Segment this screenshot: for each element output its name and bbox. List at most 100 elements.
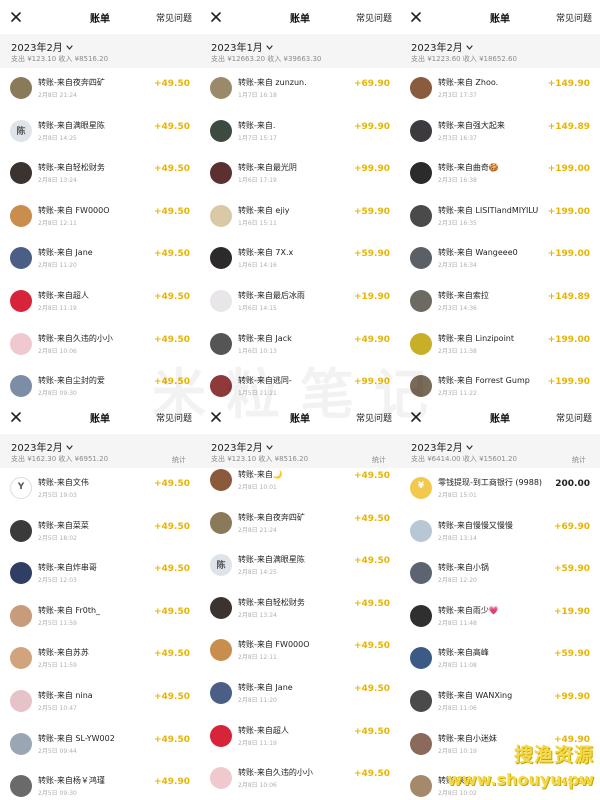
month-label: 2023年2月 xyxy=(211,443,263,454)
transaction-row[interactable]: 转账-来自🌙 2月8日 10:01 +49.50 xyxy=(200,460,400,503)
transaction-row[interactable]: 转账-来自 Zhoo. 2月3日 17:37 +149.90 xyxy=(400,68,600,111)
transaction-title: 转账-来自 FW000O xyxy=(238,640,310,650)
avatar xyxy=(210,204,232,227)
transaction-row[interactable]: 转账-来自尘封的爱 2月8日 09:30 +49.50 xyxy=(0,366,200,400)
transaction-row[interactable]: 转账-来自 7X.x 1月6日 14:16 +59.90 xyxy=(200,238,400,281)
transaction-amount: +49.50 xyxy=(153,121,190,132)
faq-link[interactable]: 常见问题 xyxy=(356,411,392,424)
transaction-row[interactable]: 转账-来自杨￥鸿瑾 2月5日 09:30 +49.90 xyxy=(0,766,200,800)
transaction-title: 转账-来自最后冰雨 xyxy=(238,290,305,300)
transaction-row[interactable]: 转账-来自最后冰雨 1月6日 14:15 +19.90 xyxy=(200,281,400,324)
avatar xyxy=(210,119,232,142)
stats-link[interactable]: 统计 xyxy=(572,455,586,465)
month-label: 2023年2月 xyxy=(411,443,463,454)
transaction-title: 转账-来自 Fr0th_ xyxy=(38,605,101,615)
summary-totals: 支出 ¥12663.20 收入 ¥39663.30 xyxy=(211,55,322,63)
transaction-row[interactable]: 转账-来自炸串哥 2月5日 12:03 +49.50 xyxy=(0,553,200,596)
transaction-row[interactable]: 转账-来自雨少💗 2月8日 11:48 +19.90 xyxy=(400,596,600,639)
transaction-row[interactable]: 转账-来自轻松财务 2月8日 13:24 +49.50 xyxy=(0,153,200,196)
transaction-time: 2月8日 11:19 xyxy=(238,739,277,747)
transaction-time: 2月8日 10:19 xyxy=(438,747,477,755)
transaction-row[interactable]: 转账-来自 2月8日 10:02 +49.90 xyxy=(400,766,600,800)
transaction-time: 2月8日 21:24 xyxy=(238,526,277,534)
transaction-row[interactable]: 转账-来自 nina 2月5日 10:47 +49.50 xyxy=(0,681,200,724)
transaction-row[interactable]: 转账-来自 LISITlandMIYILU 2月3日 16:35 +199.00 xyxy=(400,196,600,239)
transaction-row[interactable]: Y 转账-来自文伟 2月5日 19:03 +49.50 xyxy=(0,468,200,511)
transaction-title: 转账-来自 Jane xyxy=(38,248,93,258)
transaction-row[interactable]: 转账-来自 SL-YW002 2月5日 09:44 +49.50 xyxy=(0,724,200,767)
transaction-row[interactable]: 转账-来自逃同- 1月5日 21:21 +99.90 xyxy=(200,366,400,400)
transaction-row[interactable]: 转账-来自 ejiy 1月6日 15:11 +59.90 xyxy=(200,196,400,239)
transaction-row[interactable]: 转账-来自 Jane 2月8日 11:20 +49.50 xyxy=(0,238,200,281)
transaction-row[interactable]: 转账-来自 Fr0th_ 2月5日 11:59 +49.50 xyxy=(0,596,200,639)
transaction-title: 转账-来自逃同- xyxy=(238,376,292,386)
transaction-title: 转账-来自索拉 xyxy=(438,290,489,300)
transaction-row[interactable]: ¥ 零钱提现-到工商银行 (9988) 2月8日 15:01 200.00 xyxy=(400,468,600,511)
transaction-title: 转账-来自最光阴 xyxy=(238,163,297,173)
month-selector[interactable]: 2023年2月 xyxy=(211,439,273,454)
month-selector[interactable]: 2023年2月 xyxy=(11,439,73,454)
faq-link[interactable]: 常见问题 xyxy=(556,411,592,424)
transaction-amount: +199.00 xyxy=(547,249,590,260)
transaction-row[interactable]: 转账-来自 Jack 1月6日 10:13 +49.90 xyxy=(200,324,400,367)
transaction-amount: +49.50 xyxy=(153,206,190,217)
transaction-row[interactable]: 转账-来自夜奔四矿 2月8日 21:24 +49.50 xyxy=(0,68,200,111)
transaction-row[interactable]: 转账-来自 Jane 2月8日 11:20 +49.50 xyxy=(200,673,400,716)
transaction-row[interactable]: 转账-来自最光阴 1月6日 17:19 +99.90 xyxy=(200,153,400,196)
month-selector[interactable]: 2023年2月 xyxy=(11,39,73,54)
transaction-row[interactable]: 转账-来自小锅 2月8日 12:20 +59.90 xyxy=(400,553,600,596)
transaction-row[interactable]: 转账-来自. 1月7日 15:17 +99.90 xyxy=(200,111,400,154)
avatar xyxy=(10,332,32,355)
transaction-row[interactable]: 转账-来自强大起来 2月3日 16:37 +149.89 xyxy=(400,111,600,154)
transaction-title: 转账-来自尘封的爱 xyxy=(38,376,105,386)
transaction-time: 2月5日 09:44 xyxy=(38,747,77,755)
month-selector[interactable]: 2023年1月 xyxy=(211,39,273,54)
transaction-title: 转账-来自久违的小小 xyxy=(238,768,313,778)
faq-link[interactable]: 常见问题 xyxy=(156,11,192,24)
transaction-row[interactable]: 转账-来自 Linzipoint 2月3日 11:38 +199.00 xyxy=(400,324,600,367)
transaction-row[interactable]: 陈 转账-来自满眼星陈 2月8日 14:25 +49.50 xyxy=(200,545,400,588)
avatar xyxy=(210,767,232,790)
transaction-title: 转账-来自 Wangeee0 xyxy=(438,248,518,258)
transaction-list: ¥ 零钱提现-到工商银行 (9988) 2月8日 15:01 200.00 转账-来自慢… xyxy=(400,468,600,800)
transaction-row[interactable]: 转账-来自轻松财务 2月8日 13:24 +49.50 xyxy=(200,588,400,631)
faq-link[interactable]: 常见问题 xyxy=(556,11,592,24)
transaction-row[interactable]: 转账-来自久违的小小 2月8日 10:06 +49.50 xyxy=(0,324,200,367)
stats-link[interactable]: 统计 xyxy=(172,455,186,465)
transaction-time: 2月8日 11:06 xyxy=(438,704,477,712)
transaction-title: 转账-来自🌙 xyxy=(238,470,283,479)
transaction-row[interactable]: 转账-来自 zunzun. 1月7日 16:18 +69.90 xyxy=(200,68,400,111)
transaction-row[interactable]: 转账-来自夜奔四矿 2月8日 21:24 +49.50 xyxy=(200,503,400,546)
transaction-title: 转账-来自超人 xyxy=(238,725,289,735)
transaction-amount: +49.50 xyxy=(153,649,190,660)
month-selector[interactable]: 2023年2月 xyxy=(411,39,473,54)
faq-link[interactable]: 常见问题 xyxy=(356,11,392,24)
transaction-row[interactable]: 转账-来自索拉 2月3日 14:36 +149.89 xyxy=(400,281,600,324)
transaction-title: 转账-来自满眼星陈 xyxy=(38,120,105,130)
transaction-row[interactable]: 转账-来自超人 2月8日 11:19 +49.50 xyxy=(200,716,400,759)
transaction-row[interactable]: 转账-来自 FW000O 2月8日 12:11 +49.50 xyxy=(200,630,400,673)
transaction-row[interactable]: 转账-来自 Forrest Gump 2月3日 11:22 +199.90 xyxy=(400,366,600,400)
transaction-amount: +59.90 xyxy=(353,206,390,217)
transaction-amount: +149.89 xyxy=(547,291,590,302)
transaction-row[interactable]: 转账-来自曲奇🍪 2月3日 16:38 +199.00 xyxy=(400,153,600,196)
transaction-amount: +59.90 xyxy=(553,564,590,575)
bill-panel: 账单 常见问题 2023年2月 支出 ¥6414.00 收入 ¥15601.20… xyxy=(400,400,600,800)
faq-link[interactable]: 常见问题 xyxy=(156,411,192,424)
transaction-row[interactable]: 转账-来自 WANXing 2月8日 11:06 +99.90 xyxy=(400,681,600,724)
transaction-row[interactable]: 转账-来自超人 2月8日 11:19 +49.50 xyxy=(0,281,200,324)
month-selector[interactable]: 2023年2月 xyxy=(411,439,473,454)
transaction-row[interactable]: 转账-来自高峰 2月8日 11:08 +59.90 xyxy=(400,638,600,681)
transaction-row[interactable]: 转账-来自慢慢又慢慢 2月8日 13:14 +69.90 xyxy=(400,511,600,554)
transaction-row[interactable]: 转账-来自 Wangeee0 2月3日 16:34 +199.00 xyxy=(400,238,600,281)
transaction-row[interactable]: 转账-来自久违的小小 2月8日 10:06 +49.50 xyxy=(200,758,400,800)
transaction-row[interactable]: 转账-来自小迷妹 2月8日 10:19 +49.90 xyxy=(400,724,600,767)
transaction-list: 转账-来自 Zhoo. 2月3日 17:37 +149.90 转账-来自强大起来 2月3… xyxy=(400,68,600,400)
transaction-amount: +49.50 xyxy=(153,606,190,617)
transaction-row[interactable]: 陈 转账-来自满眼星陈 2月8日 14:25 +49.50 xyxy=(0,111,200,154)
bill-panel: 账单 常见问题 2023年2月 支出 ¥123.10 收入 ¥8516.20 统… xyxy=(200,400,400,800)
transaction-row[interactable]: 转账-来自苏苏 2月5日 11:59 +49.50 xyxy=(0,638,200,681)
transaction-row[interactable]: 转账-来自菜菜 2月5日 18:02 +49.50 xyxy=(0,511,200,554)
transaction-row[interactable]: 转账-来自 FW000O 2月8日 12:11 +49.50 xyxy=(0,196,200,239)
transaction-title: 转账-来自 SL-YW002 xyxy=(38,733,115,743)
